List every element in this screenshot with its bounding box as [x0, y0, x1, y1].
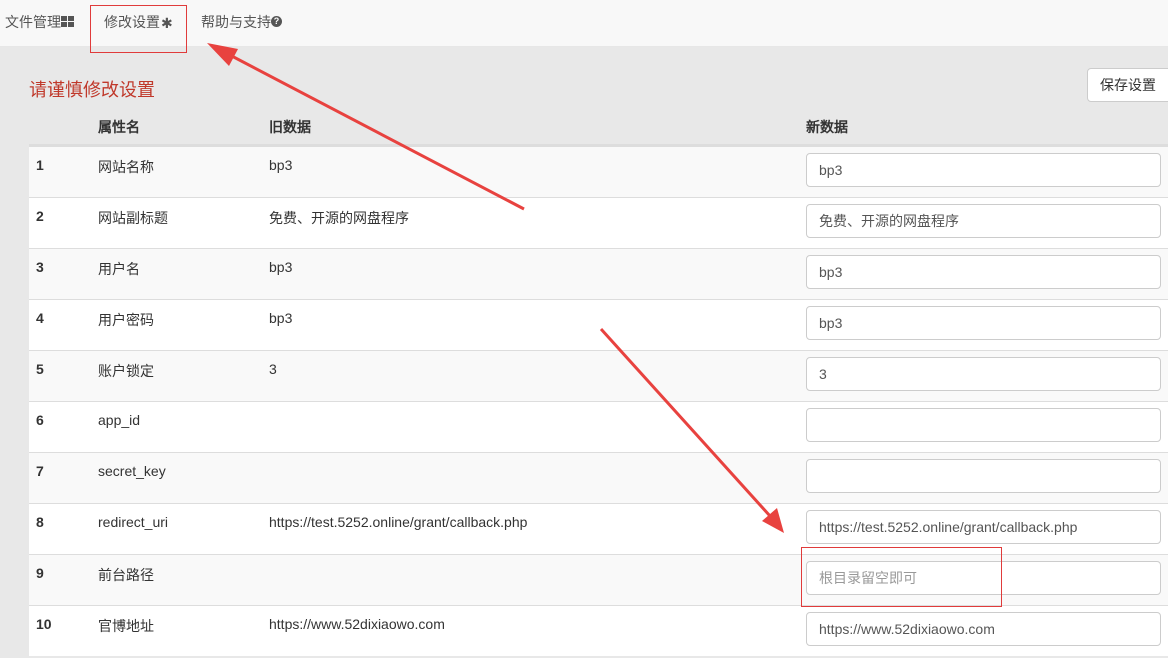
account-lock-input[interactable] [806, 357, 1161, 391]
table-row: 3 用户名 bp3 [29, 248, 1168, 299]
nav-help-label: 帮助与支持 [201, 14, 271, 30]
row-number: 9 [36, 565, 44, 581]
row-number: 4 [36, 310, 44, 326]
row-attribute: 账户锁定 [98, 363, 154, 379]
column-header-attribute: 属性名 [98, 119, 140, 135]
row-old-value: 3 [269, 361, 277, 377]
secret-key-input[interactable] [806, 459, 1161, 493]
table-row: 8 redirect_uri https://test.5252.online/… [29, 503, 1168, 554]
nav-help[interactable]: 帮助与支持? [201, 0, 282, 46]
password-input[interactable] [806, 306, 1161, 340]
row-old-value: bp3 [269, 259, 293, 275]
column-header-new-data: 新数据 [806, 119, 848, 135]
table-row: 4 用户密码 bp3 [29, 299, 1168, 350]
row-number: 7 [36, 463, 44, 479]
row-attribute: 前台路径 [98, 567, 154, 583]
row-old-value: bp3 [269, 310, 293, 326]
nav-file-manager[interactable]: 文件管理 [5, 0, 74, 46]
table-row: 9 前台路径 [29, 554, 1168, 605]
site-subtitle-input[interactable] [806, 204, 1161, 238]
row-attribute: redirect_uri [98, 514, 169, 530]
row-attribute: 用户密码 [98, 312, 154, 328]
username-input[interactable] [806, 255, 1161, 289]
redirect-uri-input[interactable] [806, 510, 1161, 544]
row-old-value: 免费、开源的网盘程序 [269, 210, 409, 226]
row-old-value: https://www.52dixiaowo.com [269, 616, 445, 632]
table-row: 10 官博地址 https://www.52dixiaowo.com [29, 605, 1168, 656]
frontend-path-input[interactable] [806, 561, 1161, 595]
nav-file-manager-label: 文件管理 [5, 14, 61, 30]
row-attribute: 网站名称 [98, 159, 154, 175]
page-title: 请谨慎修改设置 [29, 80, 155, 100]
top-navbar: 文件管理 修改设置✱ 帮助与支持? [0, 0, 1168, 47]
table-row: 1 网站名称 bp3 [29, 146, 1168, 197]
column-header-old-data: 旧数据 [269, 119, 311, 135]
table-row: 6 app_id [29, 401, 1168, 452]
gear-icon: ✱ [161, 15, 173, 32]
row-old-value: https://test.5252.online/grant/callback.… [269, 514, 528, 530]
row-old-value: bp3 [269, 157, 293, 173]
table-row: 5 账户锁定 3 [29, 350, 1168, 401]
table-row: 2 网站副标题 免费、开源的网盘程序 [29, 197, 1168, 248]
save-settings-button[interactable]: 保存设置 [1087, 68, 1168, 102]
grid-icon [61, 16, 74, 28]
row-number: 1 [36, 157, 44, 173]
row-attribute: app_id [98, 412, 141, 428]
nav-settings-label: 修改设置 [104, 14, 160, 30]
row-attribute: 官博地址 [98, 618, 154, 634]
row-number: 2 [36, 208, 44, 224]
row-number: 10 [36, 616, 52, 632]
blog-url-input[interactable] [806, 612, 1161, 646]
row-attribute: 用户名 [98, 261, 140, 277]
row-attribute: secret_key [98, 463, 166, 479]
row-number: 6 [36, 412, 44, 428]
table-row: 7 secret_key [29, 452, 1168, 503]
row-number: 5 [36, 361, 44, 377]
row-attribute: 网站副标题 [98, 210, 168, 226]
row-number: 8 [36, 514, 44, 530]
row-number: 3 [36, 259, 44, 275]
question-circle-icon: ? [271, 16, 282, 28]
nav-settings[interactable]: 修改设置✱ [104, 0, 173, 46]
app-id-input[interactable] [806, 408, 1161, 442]
site-name-input[interactable] [806, 153, 1161, 187]
